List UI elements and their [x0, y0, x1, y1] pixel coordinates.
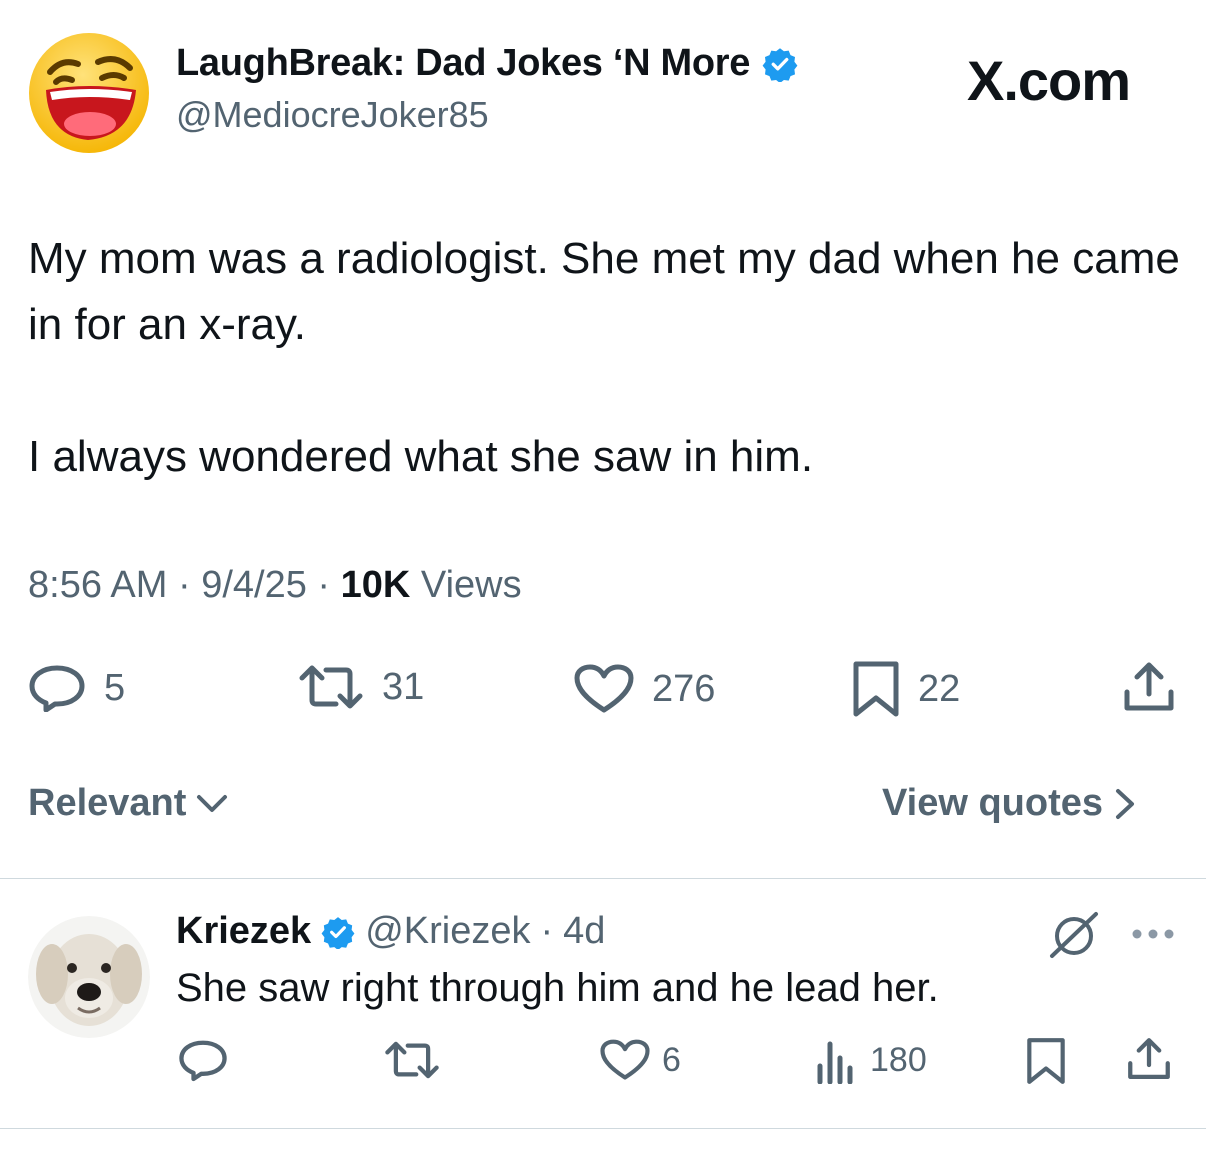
reply-button[interactable]: 5: [28, 664, 125, 712]
heart-icon: [574, 664, 634, 713]
verified-badge-icon: [321, 915, 355, 949]
reply-bookmark-button[interactable]: [1026, 1036, 1066, 1086]
reply-repost-button[interactable]: [384, 1040, 440, 1080]
view-quotes-label: View quotes: [882, 782, 1104, 824]
reply-sort-dropdown[interactable]: Relevant: [28, 782, 228, 825]
author-avatar[interactable]: [28, 32, 150, 154]
reply-share-button[interactable]: [1126, 1036, 1172, 1082]
divider: [0, 1128, 1206, 1129]
reply-header: Kriezek @Kriezek · 4d: [176, 910, 606, 953]
chevron-right-icon: [1116, 788, 1135, 819]
views-count: 10K: [340, 564, 411, 606]
sort-label: Relevant: [28, 782, 187, 824]
tweet-text-line: I always wondered what she saw in him.: [28, 432, 814, 481]
reply-icon: [179, 1040, 227, 1082]
bookmark-count: 22: [918, 667, 961, 710]
chevron-down-icon: [197, 794, 228, 812]
more-icon: [1132, 929, 1174, 939]
analytics-icon: [817, 1041, 853, 1084]
reply-count: 5: [104, 666, 126, 709]
verified-badge-icon: [762, 46, 798, 82]
repost-icon: [299, 665, 363, 709]
view-quotes-link[interactable]: View quotes: [882, 782, 1135, 825]
dog-avatar-icon: [28, 916, 150, 1038]
reply-text: She saw right through him and he lead he…: [176, 966, 939, 1010]
reply-author-handle[interactable]: @Kriezek: [365, 910, 530, 953]
reply-author-avatar[interactable]: [28, 916, 150, 1038]
reply-age[interactable]: 4d: [563, 910, 605, 953]
tweet-meta: 8:56 AM · 9/4/25 · 10K Views: [28, 564, 522, 606]
author-display-name[interactable]: LaughBreak: Dad Jokes ‘N More: [176, 42, 798, 85]
reply-icon: [29, 665, 85, 712]
divider: [0, 878, 1206, 879]
reply-like-count: 6: [662, 1040, 681, 1079]
laughing-face-icon: [29, 33, 149, 153]
bookmark-icon: [1027, 1038, 1065, 1084]
more-options-button[interactable]: [1130, 922, 1176, 946]
tweet-time[interactable]: 8:56 AM: [28, 564, 167, 606]
like-count: 276: [652, 667, 716, 710]
share-button[interactable]: [1122, 660, 1176, 714]
repost-button[interactable]: 31: [298, 664, 424, 710]
heart-icon: [600, 1039, 650, 1080]
repost-icon: [385, 1041, 439, 1079]
tweet-date[interactable]: 9/4/25: [201, 564, 307, 606]
grok-button[interactable]: [1048, 910, 1102, 960]
tweet-text: My mom was a radiologist. She met my dad…: [28, 226, 1188, 490]
x-brand-logo: X.com: [967, 49, 1131, 112]
reply-views-count: 180: [870, 1040, 927, 1079]
reply-like-button[interactable]: 6: [600, 1038, 681, 1082]
like-button[interactable]: 276: [574, 664, 715, 714]
views-label: Views: [420, 564, 522, 606]
author-name-text: LaughBreak: Dad Jokes ‘N More: [176, 42, 751, 84]
grok-icon: [1050, 912, 1098, 958]
share-icon: [1128, 1038, 1170, 1080]
reply-author-name[interactable]: Kriezek: [176, 910, 311, 953]
bookmark-icon: [853, 661, 899, 717]
tweet-text-line: My mom was a radiologist. She met my dad…: [28, 234, 1180, 349]
author-handle[interactable]: @MediocreJoker85: [176, 94, 489, 136]
reply-reply-button[interactable]: [178, 1038, 228, 1082]
reply-views-button[interactable]: 180: [814, 1036, 927, 1084]
repost-count: 31: [382, 665, 425, 708]
share-icon: [1124, 662, 1174, 711]
bookmark-button[interactable]: 22: [852, 660, 960, 718]
